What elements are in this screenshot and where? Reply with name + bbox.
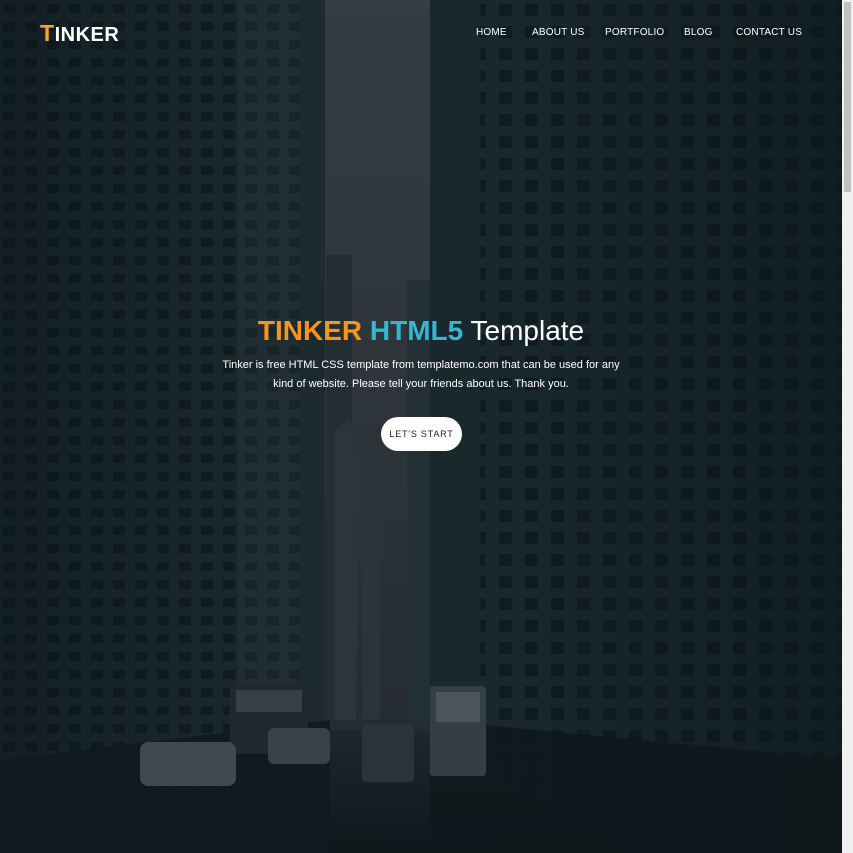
nav-item-portfolio[interactable]: PORTFOLIO — [605, 27, 664, 38]
page: TINKER HOME ABOUT US PORTFOLIO BLOG CONT… — [0, 0, 853, 853]
hero-title-template: Template — [470, 315, 585, 346]
nav-item-about-us[interactable]: ABOUT US — [532, 27, 585, 38]
nav-item-blog[interactable]: BLOG — [684, 27, 713, 38]
main-nav: HOME ABOUT US PORTFOLIO BLOG CONTACT US — [0, 27, 853, 41]
nav-item-home[interactable]: HOME — [476, 27, 507, 38]
scrollbar-thumb[interactable] — [844, 2, 851, 192]
page-scrollbar[interactable] — [842, 0, 853, 853]
hero-description: Tinker is free HTML CSS template from te… — [222, 359, 620, 390]
hero-title-brand: TINKER — [257, 315, 363, 346]
lets-start-button[interactable]: LET'S START — [381, 417, 462, 451]
nav-item-contact-us[interactable]: CONTACT US — [736, 27, 802, 38]
hero-title-html5: HTML5 — [369, 315, 464, 346]
hero-title: TINKER HTML5 Template — [0, 313, 842, 349]
